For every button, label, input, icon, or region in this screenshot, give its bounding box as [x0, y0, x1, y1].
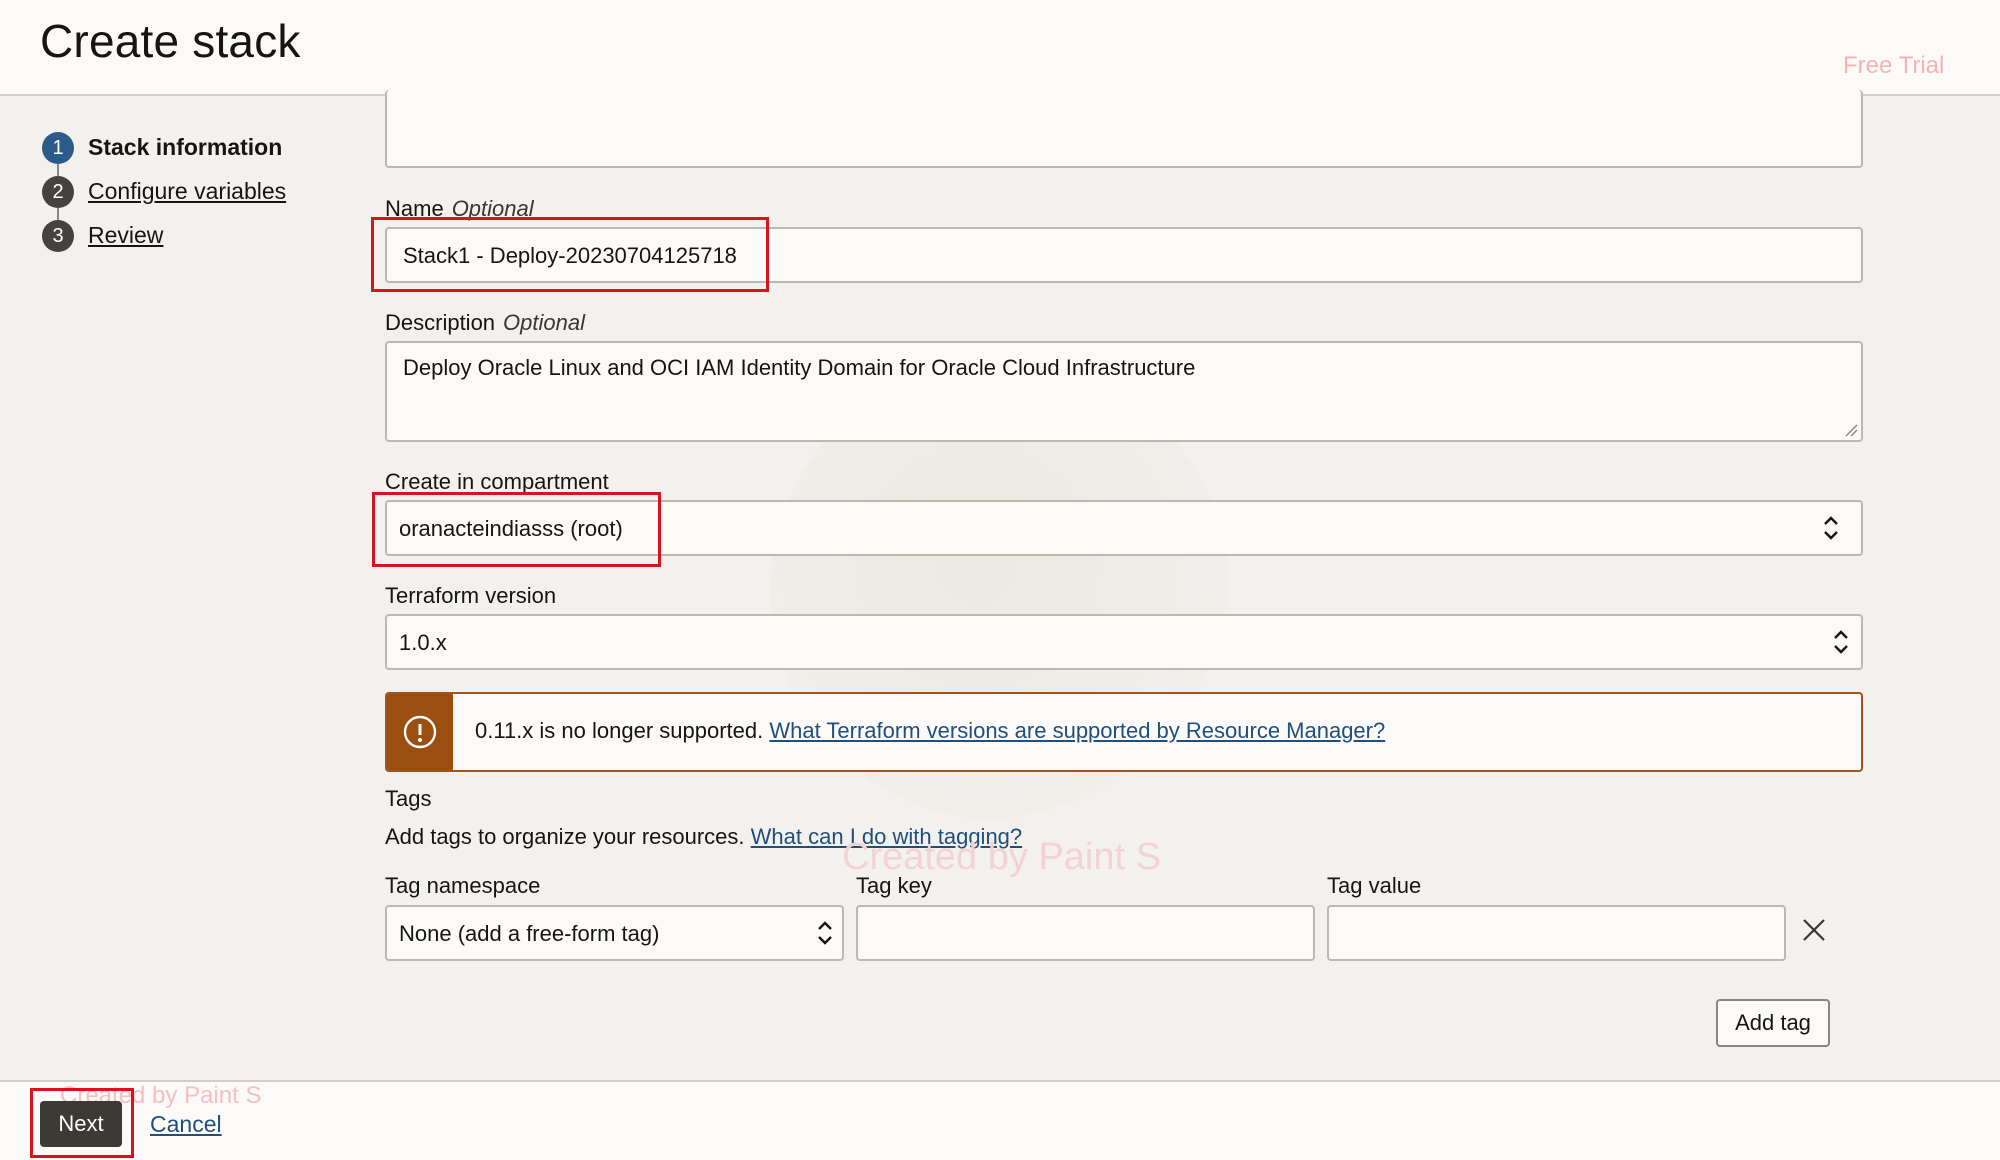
step-label: Review — [88, 222, 164, 248]
step-connector — [57, 164, 59, 176]
resize-handle-icon[interactable] — [1844, 423, 1858, 437]
center-watermark: Created by Paint S — [842, 836, 1161, 878]
name-highlight — [371, 217, 769, 292]
tag-namespace-select[interactable]: None (add a free-form tag) — [385, 905, 844, 961]
exclamation-circle-icon — [403, 715, 437, 749]
close-icon[interactable] — [1801, 917, 1827, 943]
add-tag-button[interactable]: Add tag — [1716, 999, 1830, 1047]
cancel-link[interactable]: Cancel — [150, 1111, 222, 1138]
chevron-up-down-icon — [818, 921, 832, 945]
tag-namespace-value: None (add a free-form tag) — [399, 921, 660, 946]
terraform-value: 1.0.x — [399, 630, 447, 655]
terraform-select[interactable]: 1.0.x — [385, 614, 1863, 670]
free-trial-watermark: Free Trial — [1843, 52, 1945, 79]
terraform-versions-link[interactable]: What Terraform versions are supported by… — [769, 718, 1385, 743]
warning-text: 0.11.x is no longer supported. What Terr… — [475, 718, 1386, 743]
step-number: 1 — [42, 132, 74, 164]
step-number: 2 — [42, 176, 74, 208]
description-textarea[interactable]: Deploy Oracle Linux and OCI IAM Identity… — [385, 341, 1863, 442]
chevron-up-down-icon — [1834, 630, 1848, 654]
description-label: Description Optional — [385, 310, 585, 335]
tag-namespace-label: Tag namespace — [385, 873, 541, 898]
tag-key-input[interactable] — [856, 905, 1315, 961]
step-label: Configure variables — [88, 178, 287, 204]
terraform-label: Terraform version — [385, 583, 557, 608]
next-highlight — [30, 1088, 134, 1158]
step-number: 3 — [42, 220, 74, 252]
upload-panel — [385, 90, 1863, 168]
description-value: Deploy Oracle Linux and OCI IAM Identity… — [403, 355, 1196, 380]
compartment-highlight — [372, 492, 661, 567]
chevron-up-down-icon — [1824, 516, 1838, 540]
step-label: Stack information — [88, 134, 283, 160]
step-connector — [57, 208, 59, 220]
terraform-warning-banner: 0.11.x is no longer supported. What Terr… — [385, 692, 1863, 772]
page-footer — [0, 1080, 2000, 1160]
warning-stripe — [387, 694, 453, 770]
tags-heading: Tags — [385, 786, 432, 811]
page-header: Create stack Free Trial — [0, 0, 2000, 96]
page-title: Create stack — [40, 15, 301, 67]
tag-value-label: Tag value — [1327, 873, 1422, 898]
tag-value-input[interactable] — [1327, 905, 1786, 961]
